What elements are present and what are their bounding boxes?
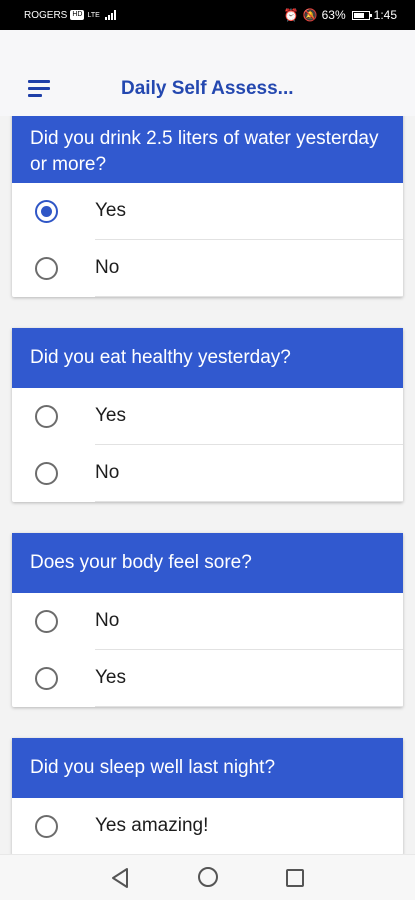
option-no[interactable]: No <box>12 593 403 650</box>
app-bar: Daily Self Assess... <box>0 30 415 116</box>
option-no[interactable]: No <box>12 445 403 502</box>
question-list[interactable]: Did you drink 2.5 liters of water yester… <box>0 116 415 854</box>
option-no[interactable]: No <box>12 240 403 297</box>
option-label: No <box>95 257 120 278</box>
question-header: Did you drink 2.5 liters of water yester… <box>12 116 403 183</box>
divider <box>95 296 403 297</box>
battery-percent: 63% <box>321 8 346 22</box>
radio-icon[interactable] <box>35 462 58 485</box>
radio-selected-icon[interactable] <box>35 200 58 223</box>
radio-icon[interactable] <box>35 815 58 838</box>
question-card: Did you eat healthy yesterday? Yes No <box>12 328 403 502</box>
battery-icon <box>351 10 372 20</box>
question-text: Did you drink 2.5 liters of water yester… <box>30 127 379 175</box>
status-left: ROGERS HD LTE <box>24 10 116 21</box>
question-header: Did you eat healthy yesterday? <box>12 328 403 388</box>
option-yes-amazing[interactable]: Yes amazing! <box>12 798 403 854</box>
signal-icon <box>104 10 116 20</box>
system-nav-bar <box>0 854 415 900</box>
option-yes[interactable]: Yes <box>12 650 403 707</box>
option-label: No <box>95 610 120 631</box>
question-card: Did you drink 2.5 liters of water yester… <box>12 116 403 297</box>
menu-icon[interactable] <box>28 80 50 98</box>
hd-badge: HD <box>70 10 85 20</box>
question-text: Did you eat healthy yesterday? <box>30 347 291 368</box>
option-label: Yes amazing! <box>95 815 209 836</box>
silent-bell-icon: 🔕 <box>302 8 318 22</box>
option-label: Yes <box>95 200 126 221</box>
home-circle-icon[interactable] <box>198 867 218 887</box>
radio-icon[interactable] <box>35 405 58 428</box>
alarm-icon: ⏰ <box>283 8 299 22</box>
page-title: Daily Self Assess... <box>121 78 294 99</box>
recent-square-icon[interactable] <box>286 869 304 887</box>
option-label: Yes <box>95 667 126 688</box>
status-bar: ROGERS HD LTE ⏰ 🔕 63% 1:45 <box>0 0 415 30</box>
question-header: Does your body feel sore? <box>12 533 403 593</box>
option-yes[interactable]: Yes <box>12 183 403 240</box>
network-type-label: LTE <box>87 11 100 19</box>
status-right: ⏰ 🔕 63% 1:45 <box>284 8 397 22</box>
divider <box>95 706 403 707</box>
carrier-label: ROGERS <box>24 9 68 21</box>
radio-icon[interactable] <box>35 667 58 690</box>
option-label: No <box>95 462 120 483</box>
question-card: Does your body feel sore? No Yes <box>12 533 403 707</box>
clock: 1:45 <box>373 8 397 22</box>
question-text: Does your body feel sore? <box>30 552 252 573</box>
back-triangle-icon[interactable] <box>110 867 130 889</box>
question-card: Did you sleep well last night? Yes amazi… <box>12 738 403 854</box>
radio-icon[interactable] <box>35 257 58 280</box>
option-label: Yes <box>95 405 126 426</box>
divider <box>95 501 403 502</box>
radio-icon[interactable] <box>35 610 58 633</box>
question-header: Did you sleep well last night? <box>12 738 403 798</box>
question-text: Did you sleep well last night? <box>30 757 276 778</box>
option-yes[interactable]: Yes <box>12 388 403 445</box>
